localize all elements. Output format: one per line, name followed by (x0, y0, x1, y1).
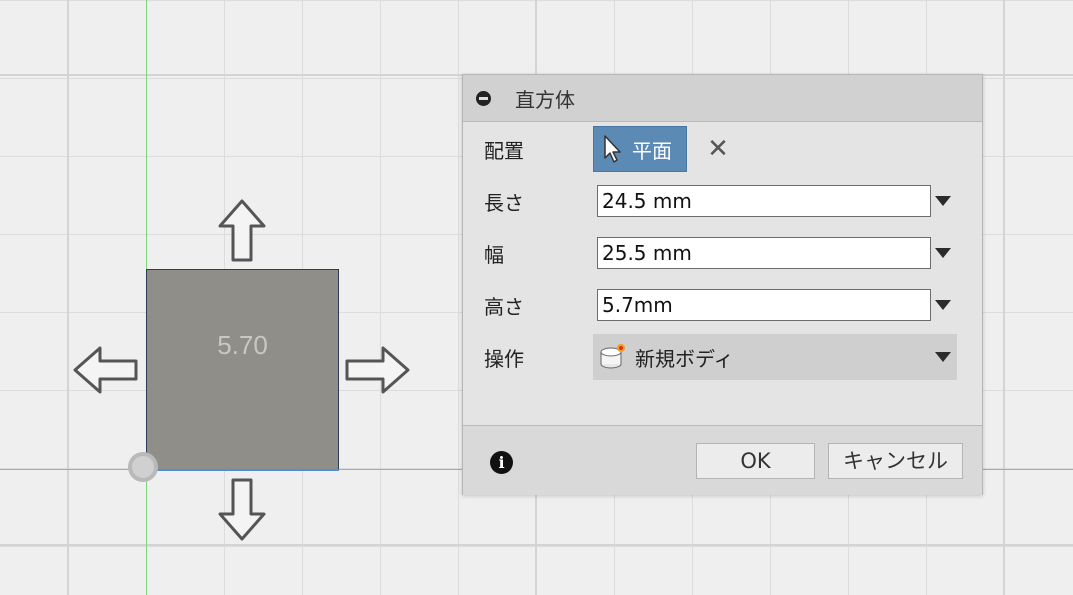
grid-line (1003, 0, 1005, 595)
grid-line (0, 544, 1073, 546)
box-dialog: 直方体 配置 平面 ✕ 長さ 24.5 mm 幅 25.5 mm 高さ 5.7m… (462, 74, 983, 495)
height-input[interactable]: 5.7mm (597, 289, 931, 321)
height-row: 高さ 5.7mm (463, 289, 982, 321)
length-label: 長さ (484, 190, 524, 215)
arrow-right-handle-icon[interactable] (343, 344, 411, 396)
width-dropdown-arrow-icon[interactable] (935, 248, 951, 258)
new-body-icon (600, 344, 625, 369)
width-label: 幅 (484, 242, 504, 267)
collapse-icon[interactable] (476, 90, 491, 106)
cancel-button[interactable]: キャンセル (828, 443, 963, 479)
dialog-header[interactable]: 直方体 (463, 75, 982, 122)
operation-row: 操作 新規ボディ (463, 334, 982, 380)
dialog-footer: i OK キャンセル (463, 425, 982, 495)
close-icon[interactable]: ✕ (703, 132, 733, 166)
info-icon[interactable]: i (490, 451, 513, 474)
length-row: 長さ 24.5 mm (463, 185, 982, 217)
height-dropdown-arrow-icon[interactable] (935, 300, 951, 310)
operation-dropdown-arrow-icon[interactable] (935, 352, 951, 362)
arrow-left-handle-icon[interactable] (72, 344, 140, 396)
width-row: 幅 25.5 mm (463, 237, 982, 269)
dialog-title: 直方体 (515, 87, 575, 112)
ok-button[interactable]: OK (696, 443, 815, 479)
arrow-up-handle-icon[interactable] (216, 198, 268, 264)
grid-line (67, 0, 69, 595)
height-dimension-label: 5.70 (217, 330, 268, 360)
box-preview[interactable]: 5.70 (146, 269, 339, 471)
arrow-down-handle-icon[interactable] (216, 476, 268, 542)
placement-row: 配置 平面 ✕ (463, 126, 982, 172)
placement-label: 配置 (484, 138, 524, 163)
height-label: 高さ (484, 294, 524, 319)
placement-select-button[interactable]: 平面 (593, 126, 687, 172)
width-input[interactable]: 25.5 mm (597, 237, 931, 269)
cursor-icon (604, 135, 621, 163)
operation-select[interactable]: 新規ボディ (593, 334, 957, 380)
operation-value: 新規ボディ (635, 346, 734, 371)
selected-edge (146, 469, 339, 471)
length-dropdown-arrow-icon[interactable] (935, 196, 951, 206)
length-input[interactable]: 24.5 mm (597, 185, 931, 217)
placement-value: 平面 (632, 138, 672, 163)
origin-marker-icon[interactable] (128, 452, 158, 482)
operation-label: 操作 (484, 346, 524, 371)
